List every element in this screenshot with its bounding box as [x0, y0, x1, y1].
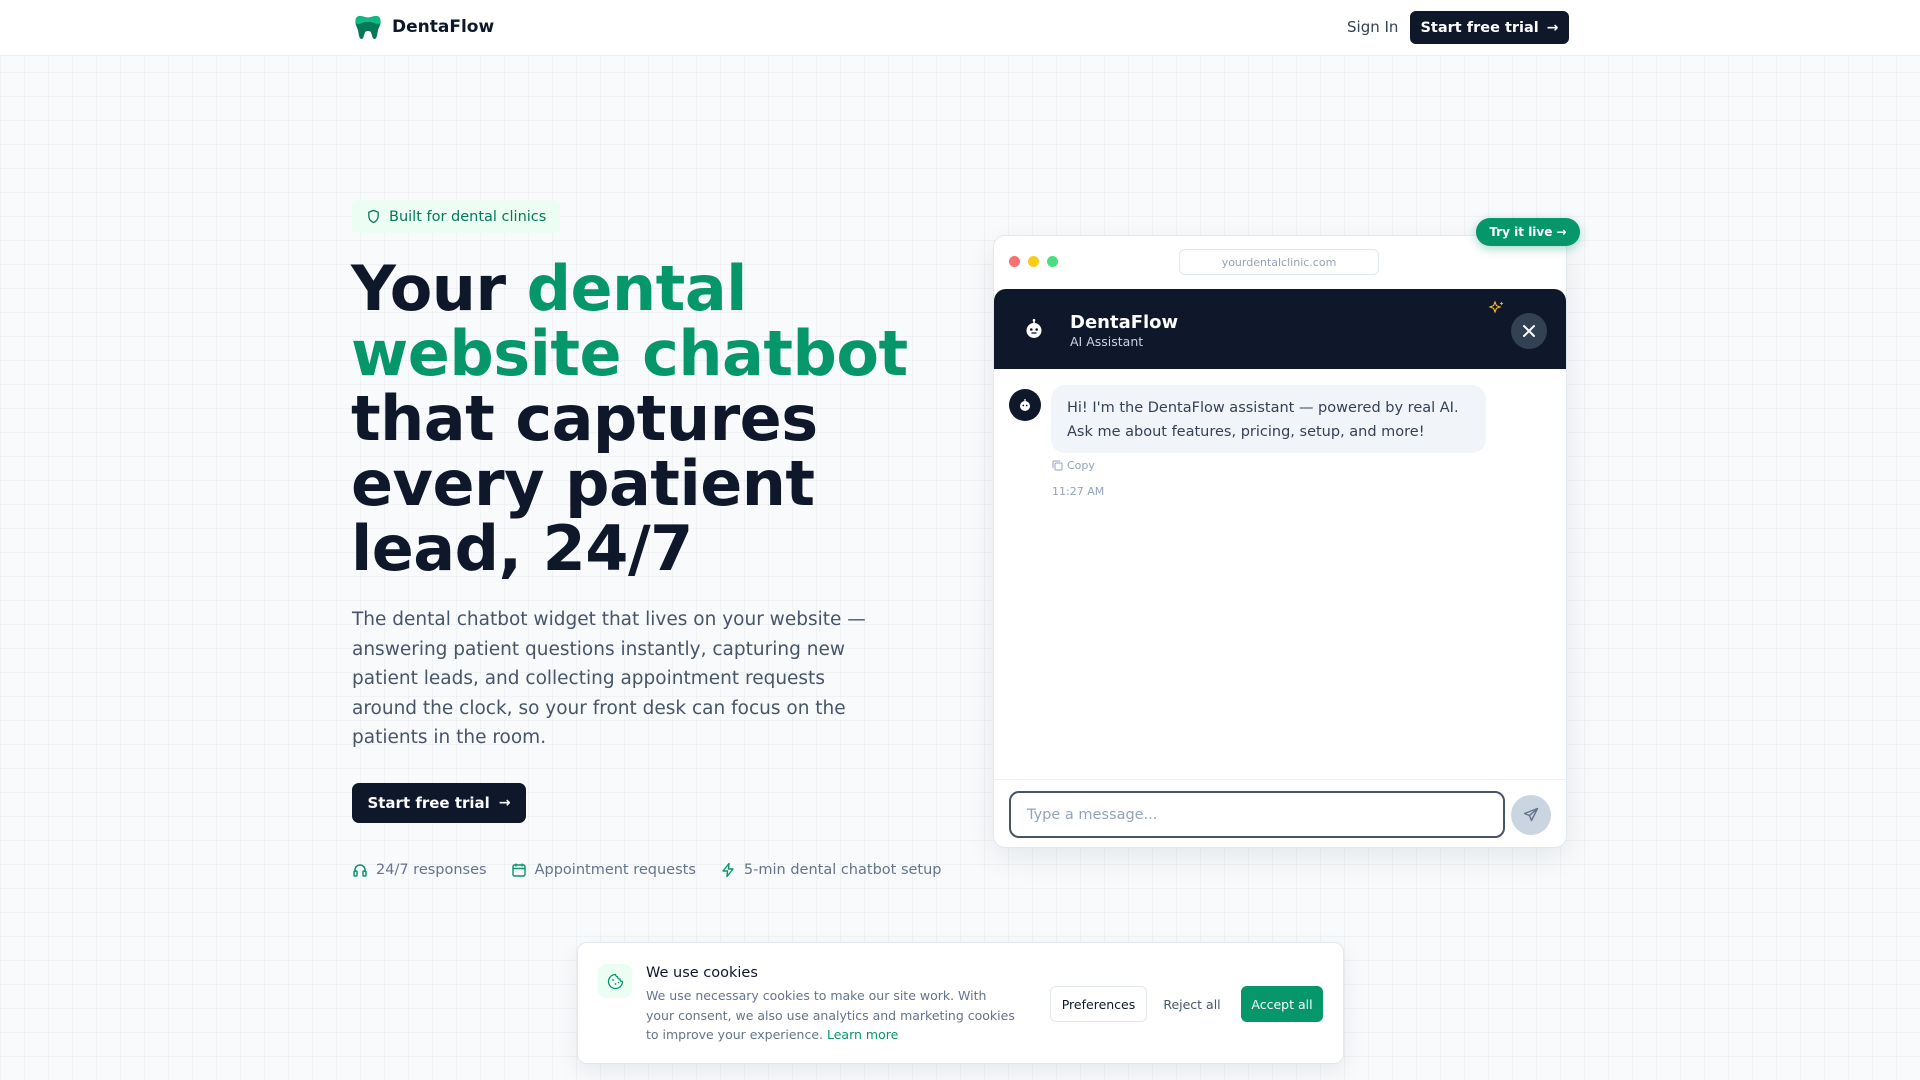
composer-divider — [994, 779, 1566, 780]
send-button[interactable] — [1511, 795, 1551, 835]
browser-mockup: yourdentalclinic.com DentaFlow AI Assist… — [993, 235, 1567, 848]
send-icon — [1523, 807, 1539, 822]
cookie-title: We use cookies — [646, 965, 758, 981]
top-navbar: DentaFlow Sign In Start free trial → — [0, 0, 1920, 56]
window-dot-yellow — [1028, 256, 1039, 267]
try-it-live-button[interactable]: Try it live → — [1476, 218, 1580, 246]
cookie-glyph-icon — [607, 973, 623, 989]
feature-label: Appointment requests — [534, 862, 696, 878]
hero-headline: Your dental website chatbot that capture… — [351, 256, 911, 581]
start-free-trial-label: Start free trial — [1420, 19, 1539, 36]
copy-icon — [1052, 460, 1063, 471]
bot-message: Hi! I'm the DentaFlow assistant — powere… — [1051, 385, 1486, 453]
shield-icon — [368, 209, 379, 224]
bot-avatar — [1009, 389, 1041, 421]
message-timestamp: 11:27 AM — [1052, 485, 1105, 498]
feature-item: 5-min dental chatbot setup — [720, 862, 942, 878]
window-dot-red — [1009, 256, 1020, 267]
cookie-icon — [598, 964, 632, 998]
feature-label: 5-min dental chatbot setup — [743, 862, 942, 878]
cookie-reject-button[interactable]: Reject all — [1159, 986, 1225, 1022]
copy-label: Copy — [1067, 459, 1095, 472]
start-free-trial-button[interactable]: Start free trial → — [1410, 11, 1569, 44]
headset-icon — [353, 864, 367, 877]
bot-message-line: Hi! I'm the DentaFlow assistant — powere… — [1067, 400, 1459, 416]
chat-title: DentaFlow — [1070, 312, 1179, 333]
cookie-banner: We use cookies We use necessary cookies … — [577, 942, 1344, 1064]
copy-message-button[interactable]: Copy — [1052, 459, 1095, 472]
clinic-badge: Built for dental clinics — [352, 200, 561, 233]
headline-end: that captures every patient lead, 24/7 — [351, 382, 818, 585]
chat-header: DentaFlow AI Assistant — [994, 289, 1566, 369]
sign-in-link[interactable]: Sign In — [1347, 18, 1398, 36]
cookie-preferences-button[interactable]: Preferences — [1050, 986, 1147, 1022]
badge-label: Built for dental clinics — [389, 208, 547, 225]
arrow-right-icon: → — [1546, 19, 1559, 36]
feature-label: 24/7 responses — [376, 862, 487, 878]
bot-message-line: Ask me about features, pricing, setup, a… — [1067, 424, 1425, 440]
chat-subtitle: AI Assistant — [1070, 334, 1144, 349]
calendar-icon — [511, 863, 526, 877]
hero-cta-label: Start free trial — [367, 794, 490, 812]
brand-logo-link[interactable]: DentaFlow — [352, 11, 494, 43]
message-input[interactable] — [1009, 791, 1505, 838]
url-bar: yourdentalclinic.com — [1179, 249, 1379, 275]
cookie-text: We use necessary cookies to make our sit… — [646, 986, 1016, 1045]
window-dot-green — [1047, 256, 1058, 267]
robot-icon — [1020, 399, 1030, 411]
feature-list: 24/7 responses Appointment requests 5-mi… — [352, 862, 942, 878]
learn-more-link[interactable]: Learn more — [827, 1027, 898, 1042]
hero-start-free-trial-button[interactable]: Start free trial → — [352, 783, 526, 823]
feature-item: Appointment requests — [511, 862, 696, 878]
lightning-icon — [722, 862, 734, 878]
headline-start: Your — [351, 252, 527, 325]
close-icon — [1523, 325, 1535, 337]
brand-name: DentaFlow — [392, 17, 495, 37]
close-chat-button[interactable] — [1511, 313, 1547, 349]
cookie-accept-button[interactable]: Accept all — [1241, 986, 1323, 1022]
hero-subtext: The dental chatbot widget that lives on … — [352, 609, 866, 748]
robot-icon — [1026, 318, 1042, 338]
sparkle-icon — [1488, 300, 1504, 314]
arrow-right-icon: → — [498, 795, 511, 811]
browser-bar: yourdentalclinic.com — [994, 236, 1566, 290]
feature-item: 24/7 responses — [352, 862, 487, 878]
tooth-icon — [355, 16, 381, 39]
